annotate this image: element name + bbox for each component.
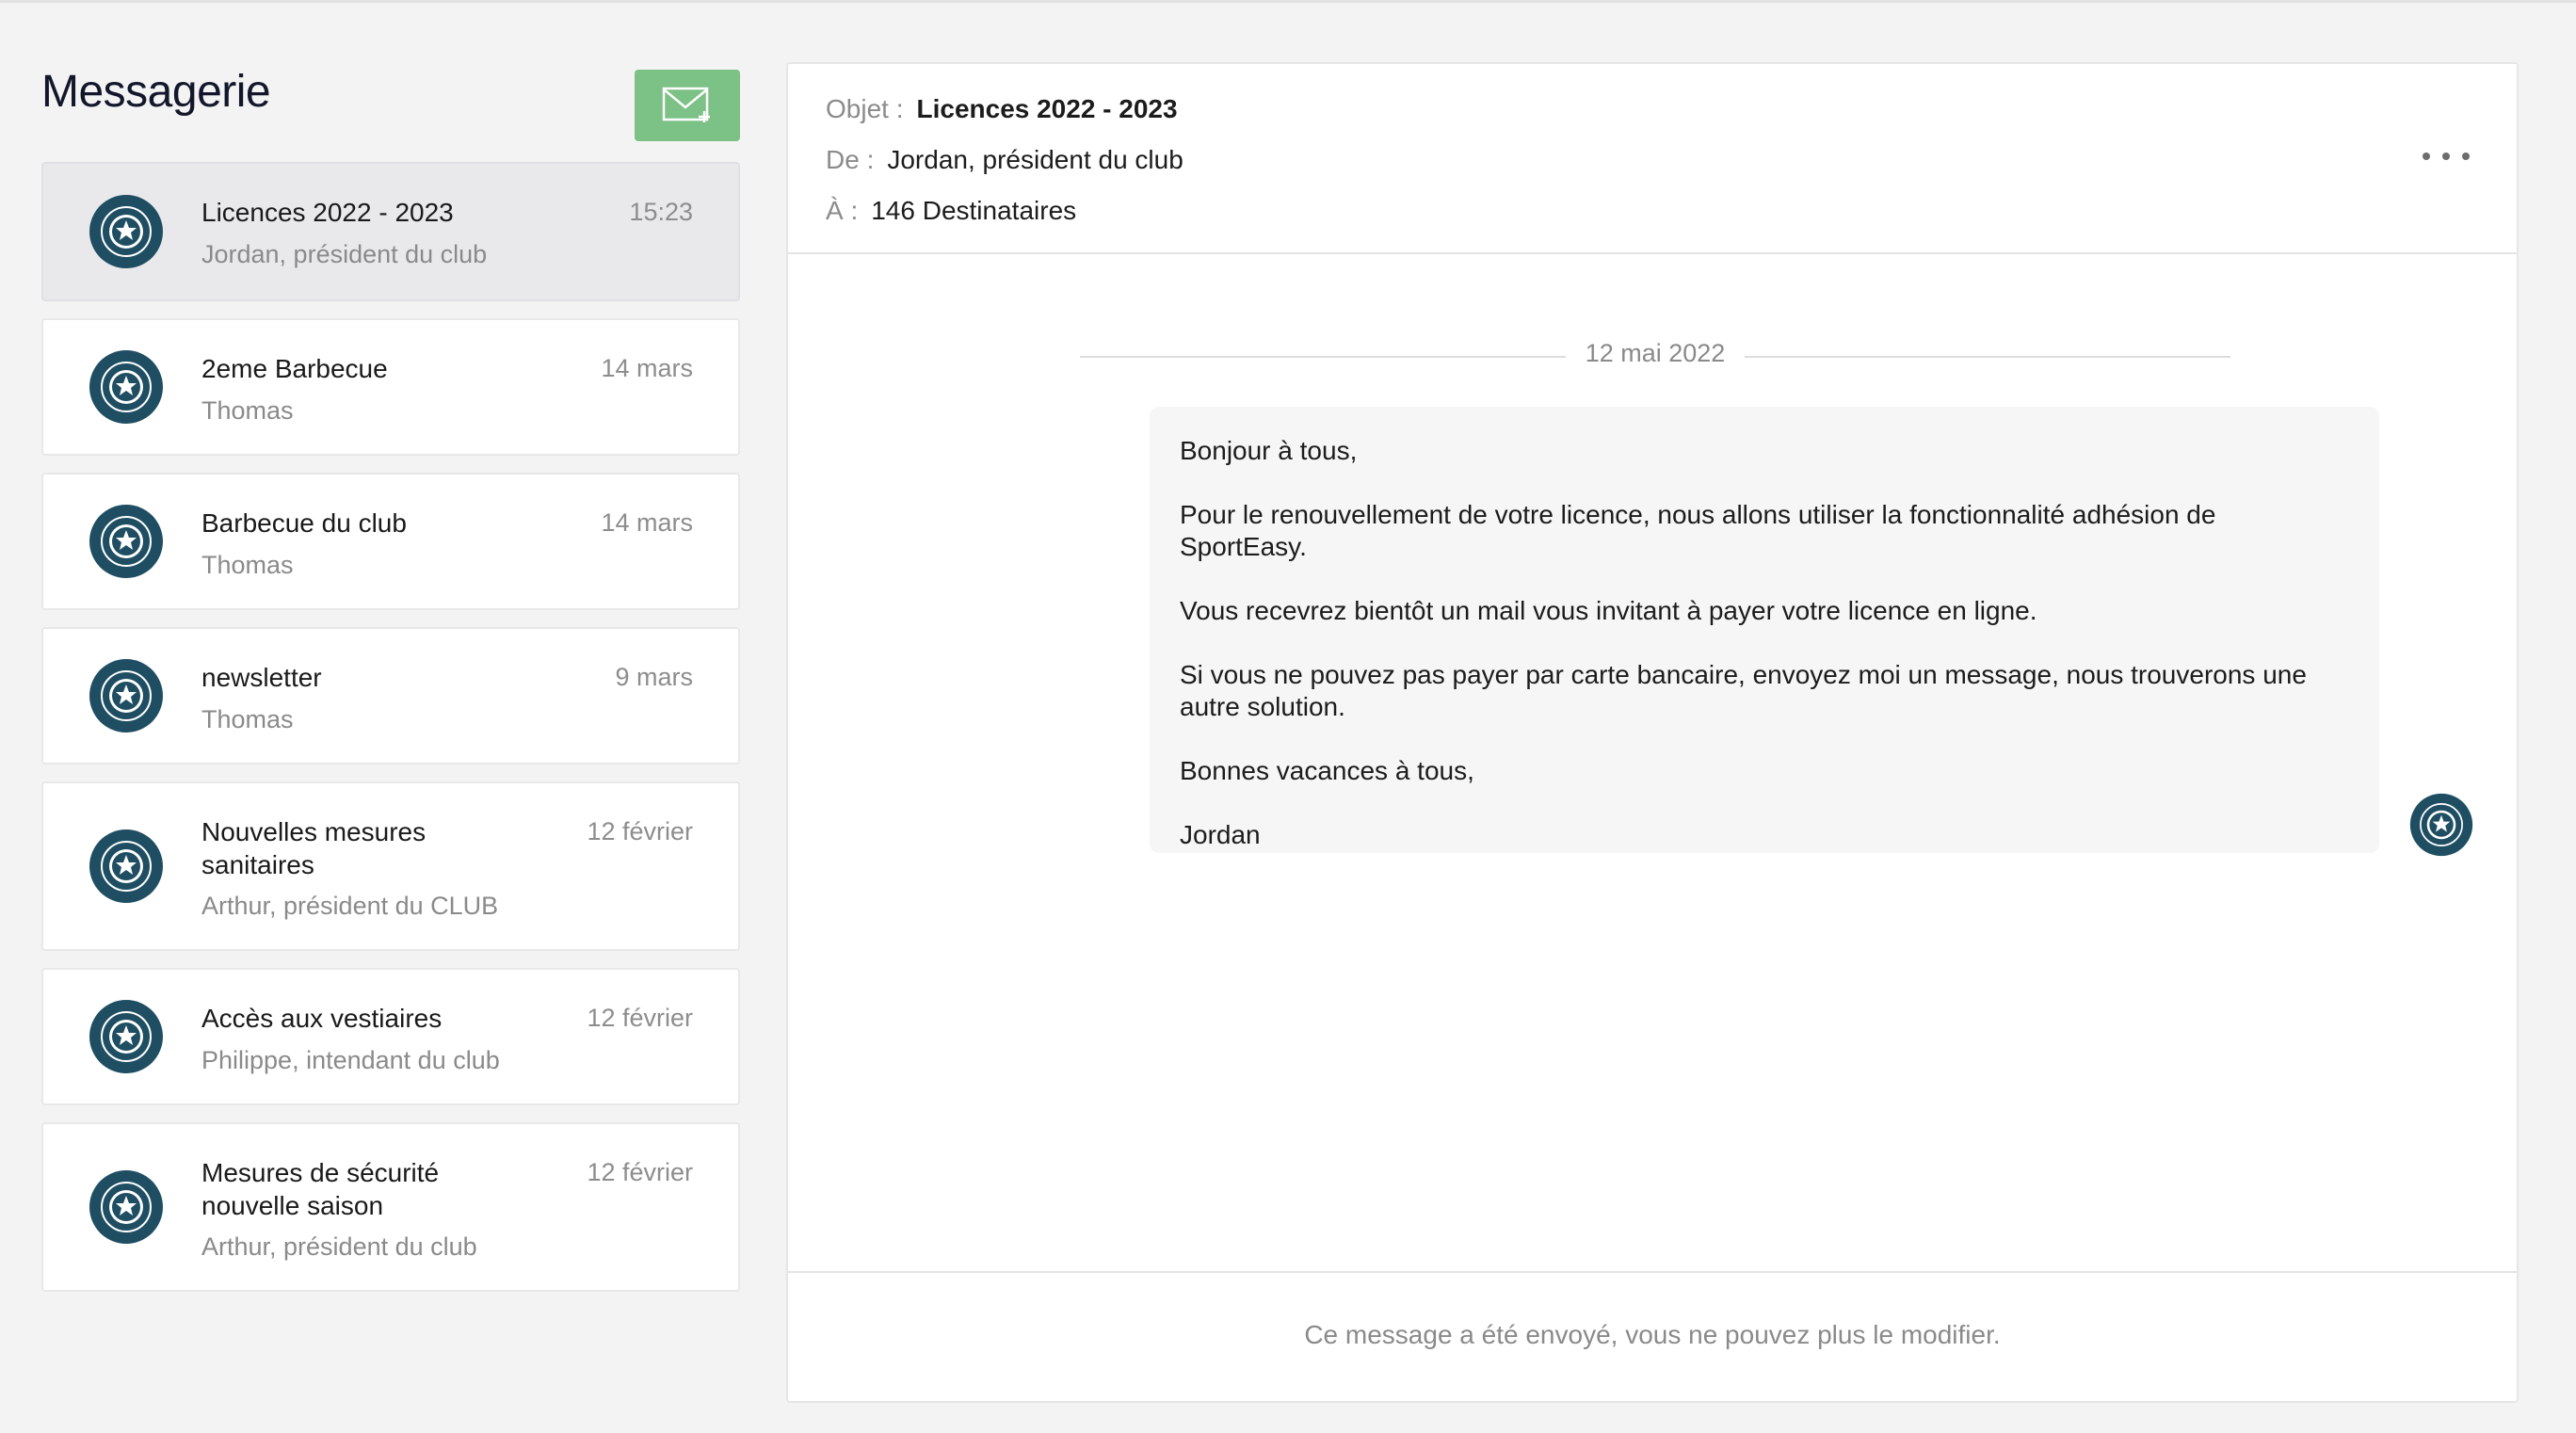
club-logo-icon	[89, 1000, 163, 1073]
conversation-subject: 2eme Barbecue	[201, 354, 388, 383]
conversation-subject: Licences 2022 - 2023	[201, 198, 454, 227]
conversation-sender: Thomas	[201, 705, 294, 733]
conversation-date: 14 mars	[601, 508, 693, 537]
conversation-sidebar: Messagerie Licences 2022 - 2023 15:23 Jo…	[41, 64, 740, 1292]
conversation-subject: newsletter	[201, 663, 322, 692]
conversation-sender: Jordan, président du club	[201, 240, 488, 268]
more-options-button[interactable]	[2423, 147, 2470, 166]
date-separator: 12 mai 2022	[1080, 337, 2230, 375]
message-paragraph: Vous recevrez bientôt un mail vous invit…	[1180, 596, 2037, 625]
message-date: 12 mai 2022	[1585, 339, 1726, 367]
sent-notice: Ce message a été envoyé, vous ne pouvez …	[1304, 1320, 2001, 1349]
message-paragraph: Bonjour à tous,	[1180, 436, 1358, 465]
from-label: De :	[826, 145, 875, 174]
more-dots-icon	[2442, 153, 2450, 160]
message-panel: Objet : Licences 2022 - 2023 De : Jordan, …	[786, 62, 2519, 1403]
message-subject: Licences 2022 - 2023	[916, 94, 1178, 123]
message-paragraph: Si vous ne pouvez pas payer par carte ba…	[1180, 660, 2307, 721]
message-to-row: À : 146 Destinataires	[826, 194, 1076, 228]
message-paragraph: Pour le renouvellement de votre licence,…	[1180, 500, 2216, 561]
top-divider	[0, 0, 2576, 3]
conversation-sender: Arthur, président du CLUB	[201, 892, 499, 920]
conversation-date: 15:23	[629, 198, 693, 226]
conversation-item[interactable]: Accès aux vestiaires 12 février Philippe…	[41, 968, 740, 1105]
conversation-item[interactable]: Mesures de sécurité nouvelle saison 12 f…	[41, 1122, 740, 1292]
conversation-date: 12 février	[587, 1158, 693, 1186]
conversation-subject: Accès aux vestiaires	[201, 1004, 443, 1033]
conversation-item[interactable]: newsletter 9 mars Thomas	[41, 627, 740, 765]
club-logo-icon	[89, 659, 163, 733]
club-logo-icon	[89, 195, 163, 268]
more-dots-icon	[2462, 153, 2470, 160]
subject-label: Objet :	[826, 94, 904, 123]
message-header: Objet : Licences 2022 - 2023 De : Jordan, …	[788, 64, 2517, 254]
message-recipients[interactable]: 146 Destinataires	[871, 196, 1076, 225]
club-logo-icon	[89, 1170, 163, 1244]
conversation-sender: Philippe, intendant du club	[201, 1046, 500, 1074]
to-label: À :	[826, 196, 859, 225]
mail-compose-icon	[662, 87, 710, 122]
conversation-sender: Arthur, président du club	[201, 1232, 477, 1261]
message-from: Jordan, président du club	[887, 145, 1183, 174]
conversation-date: 12 février	[587, 817, 693, 845]
conversation-subject: Barbecue du club	[201, 508, 407, 538]
conversation-item[interactable]: Nouvelles mesures sanitaires 12 février …	[41, 781, 740, 951]
message-bubble: Bonjour à tous, Pour le renouvellement d…	[1150, 407, 2379, 853]
sender-avatar-icon	[2409, 793, 2473, 857]
conversation-list: Licences 2022 - 2023 15:23 Jordan, prési…	[41, 162, 740, 1309]
club-logo-icon	[89, 829, 163, 903]
conversation-item[interactable]: 2eme Barbecue 14 mars Thomas	[41, 318, 740, 456]
conversation-subject: Nouvelles mesures sanitaires	[201, 817, 427, 879]
conversation-date: 14 mars	[601, 354, 693, 382]
conversation-subject: Mesures de sécurité nouvelle saison	[201, 1158, 440, 1220]
message-subject-row: Objet : Licences 2022 - 2023	[826, 92, 1178, 126]
more-dots-icon	[2423, 153, 2430, 160]
conversation-item[interactable]: Licences 2022 - 2023 15:23 Jordan, prési…	[41, 162, 740, 301]
sidebar-header: Messagerie	[41, 64, 740, 162]
conversation-item[interactable]: Barbecue du club 14 mars Thomas	[41, 473, 740, 610]
conversation-date: 12 février	[587, 1004, 693, 1032]
message-footer: Ce message a été envoyé, vous ne pouvez …	[788, 1271, 2517, 1401]
compose-message-button[interactable]	[635, 70, 740, 141]
message-paragraph: Bonnes vacances à tous,	[1180, 756, 1474, 785]
message-paragraph: Jordan	[1180, 820, 1261, 849]
club-logo-icon	[89, 350, 163, 424]
club-logo-icon	[89, 505, 163, 578]
message-from-row: De : Jordan, président du club	[826, 143, 1183, 177]
conversation-sender: Thomas	[201, 396, 294, 425]
page-title: Messagerie	[41, 67, 271, 117]
conversation-date: 9 mars	[615, 663, 693, 691]
conversation-sender: Thomas	[201, 551, 294, 579]
